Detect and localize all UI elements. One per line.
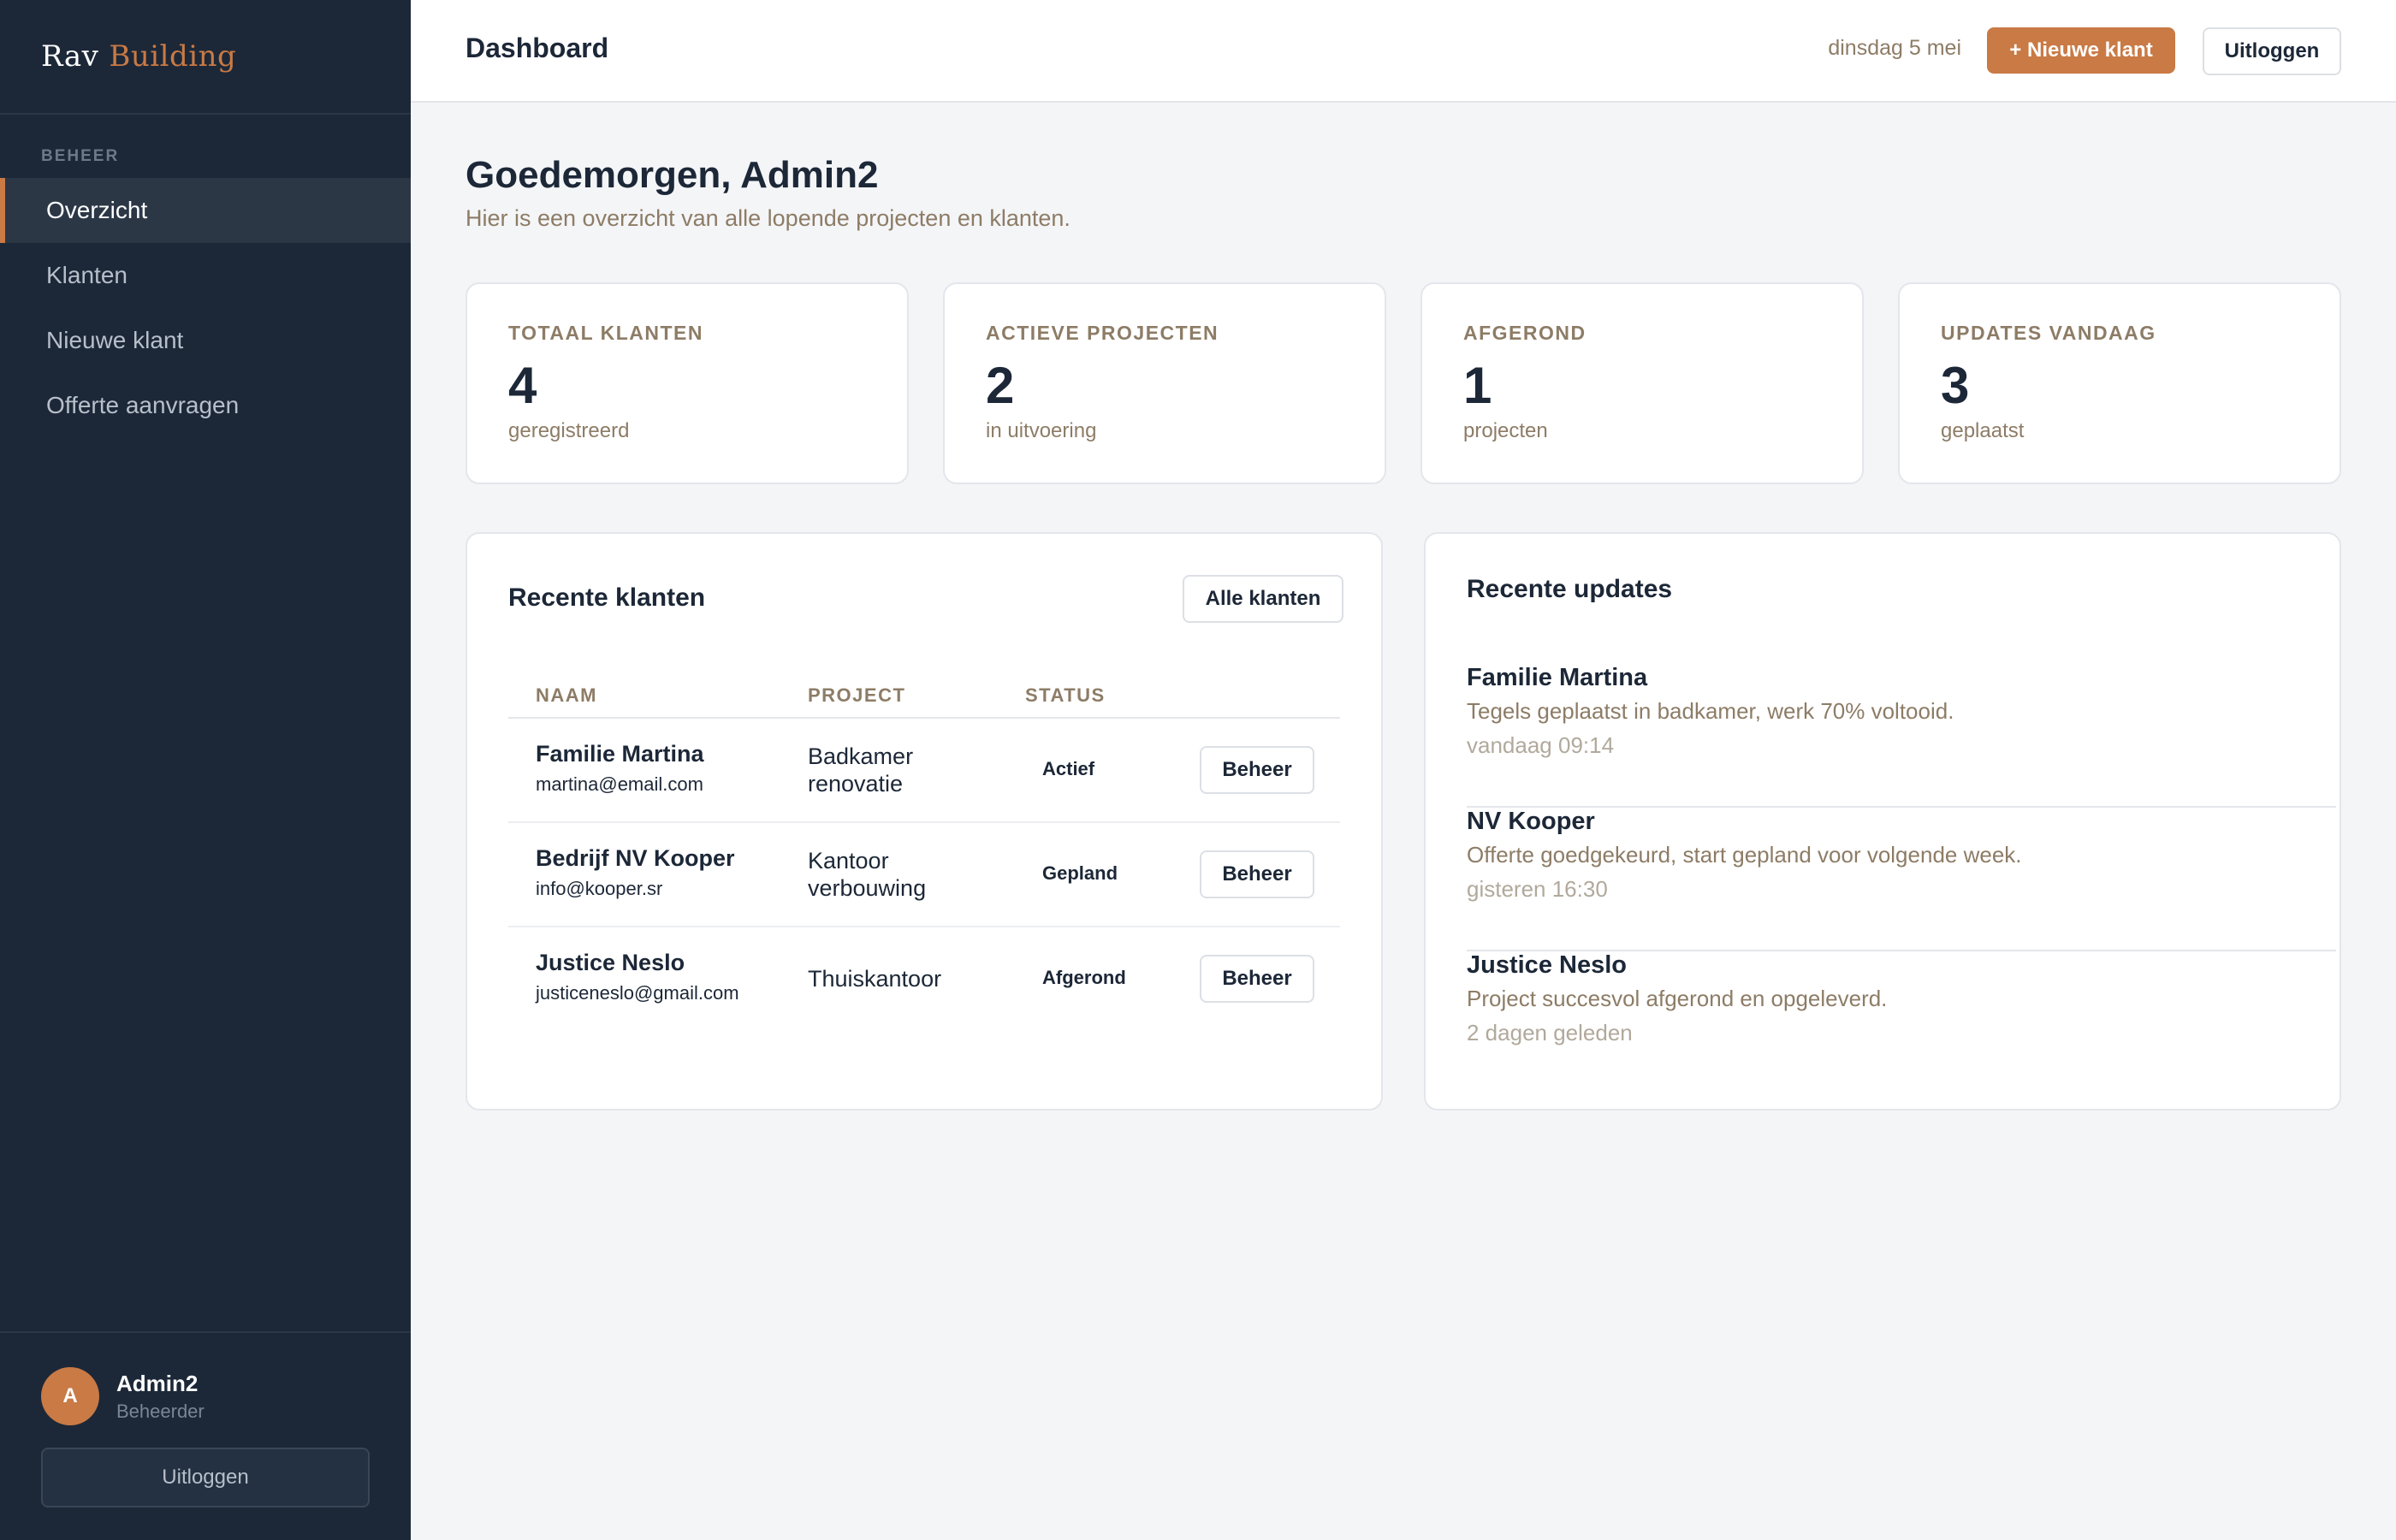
- client-project: Thuiskantoor: [808, 965, 979, 992]
- brand-name-part2: Building: [109, 39, 237, 74]
- update-timestamp: gisteren 16:30: [1467, 876, 1608, 902]
- client-project-line: Kantoor: [808, 848, 889, 874]
- table-row: Justice Neslo justiceneslo@gmail.com Thu…: [508, 927, 1340, 1032]
- update-timestamp: 2 dagen geleden: [1467, 1020, 1633, 1045]
- stat-label: UPDATES VANDAAG: [1941, 322, 2156, 344]
- recent-updates-title: Recente updates: [1467, 575, 1673, 603]
- client-name: Familie Martina: [536, 741, 704, 767]
- update-text: Offerte goedgekeurd, start gepland voor …: [1467, 842, 2022, 868]
- client-name: Bedrijf NV Kooper: [536, 845, 735, 871]
- column-header-naam: NAAM: [536, 684, 597, 706]
- update-client-name: Justice Neslo: [1467, 951, 1627, 979]
- client-email: justiceneslo@gmail.com: [536, 982, 739, 1004]
- client-project: Badkamer renovatie: [808, 743, 979, 797]
- brand-logo[interactable]: Rav Building: [0, 0, 411, 115]
- user-info: Admin2 Beheerder: [116, 1371, 205, 1423]
- stat-subtext: geregistreerd: [508, 419, 630, 442]
- update-text: Project succesvol afgerond en opgeleverd…: [1467, 986, 1888, 1011]
- greeting-heading: Goedemorgen, Admin2: [466, 154, 879, 196]
- client-name: Justice Neslo: [536, 950, 685, 975]
- user-role: Beheerder: [116, 1400, 205, 1422]
- topbar: Dashboard dinsdag 5 mei + Nieuwe klant U…: [411, 0, 2396, 103]
- sidebar-logout-button[interactable]: Uitloggen: [41, 1448, 370, 1507]
- sidebar-item-klanten[interactable]: Klanten: [0, 243, 411, 308]
- client-project-line: renovatie: [808, 771, 904, 797]
- stat-value: 4: [508, 357, 537, 414]
- update-timestamp: vandaag 09:14: [1467, 732, 1615, 758]
- table-header: NAAM PROJECT STATUS: [508, 674, 1340, 719]
- client-project-line: Badkamer: [808, 743, 914, 769]
- user-name: Admin2: [116, 1370, 199, 1396]
- recent-clients-title: Recente klanten: [508, 583, 706, 612]
- sidebar-nav: Overzicht Klanten Nieuwe klant Offerte a…: [0, 178, 411, 438]
- manage-button[interactable]: Beheer: [1200, 746, 1314, 794]
- current-date: dinsdag 5 mei: [1828, 36, 1961, 60]
- status-badge: Actief: [1042, 758, 1095, 779]
- update-text: Tegels geplaatst in badkamer, werk 70% v…: [1467, 698, 1954, 724]
- column-header-status: STATUS: [1025, 684, 1106, 706]
- sidebar-item-overzicht[interactable]: Overzicht: [0, 178, 411, 243]
- sidebar-item-nieuwe-klant[interactable]: Nieuwe klant: [0, 308, 411, 373]
- sidebar-footer: A Admin2 Beheerder Uitloggen: [0, 1331, 411, 1540]
- client-project-line: verbouwing: [808, 875, 927, 901]
- stat-label: ACTIEVE PROJECTEN: [986, 322, 1219, 344]
- avatar: A: [41, 1367, 99, 1425]
- stat-card-updates-today: UPDATES VANDAAG 3 geplaatst: [1898, 282, 2341, 484]
- brand-name-part1: Rav: [41, 39, 99, 74]
- stat-subtext: geplaatst: [1941, 419, 2025, 442]
- recent-clients-card: Recente klanten Alle klanten NAAM PROJEC…: [466, 532, 1383, 1111]
- stat-value: 2: [986, 357, 1015, 414]
- stat-value: 1: [1463, 357, 1492, 414]
- column-header-project: PROJECT: [808, 684, 906, 706]
- manage-button[interactable]: Beheer: [1200, 850, 1314, 898]
- sidebar: Rav Building BEHEER Overzicht Klanten Ni…: [0, 0, 411, 1540]
- user-profile: A Admin2 Beheerder: [41, 1367, 205, 1425]
- status-badge: Gepland: [1042, 862, 1118, 884]
- update-item: NV Kooper Offerte goedgekeurd, start gep…: [1467, 808, 2336, 951]
- stat-subtext: projecten: [1463, 419, 1548, 442]
- manage-button[interactable]: Beheer: [1200, 955, 1314, 1003]
- update-item: Familie Martina Tegels geplaatst in badk…: [1467, 664, 2336, 808]
- new-client-button[interactable]: + Nieuwe klant: [1987, 27, 2175, 74]
- stat-value: 3: [1941, 357, 1970, 414]
- nav-section-label: BEHEER: [41, 147, 120, 165]
- update-client-name: NV Kooper: [1467, 808, 1595, 835]
- status-badge: Afgerond: [1042, 967, 1126, 988]
- client-email: martina@email.com: [536, 773, 703, 795]
- stat-card-active-projects: ACTIEVE PROJECTEN 2 in uitvoering: [943, 282, 1386, 484]
- sidebar-item-offerte-aanvragen[interactable]: Offerte aanvragen: [0, 373, 411, 438]
- stat-card-completed: AFGEROND 1 projecten: [1420, 282, 1864, 484]
- client-email: info@kooper.sr: [536, 878, 663, 899]
- all-clients-button[interactable]: Alle klanten: [1183, 575, 1343, 623]
- logout-button[interactable]: Uitloggen: [2203, 27, 2341, 75]
- page-title: Dashboard: [466, 33, 609, 63]
- stat-card-total-clients: TOTAAL KLANTEN 4 geregistreerd: [466, 282, 909, 484]
- stat-label: AFGEROND: [1463, 322, 1586, 344]
- client-project: Kantoor verbouwing: [808, 847, 979, 902]
- greeting-subtitle: Hier is een overzicht van alle lopende p…: [466, 205, 1070, 231]
- table-row: Familie Martina martina@email.com Badkam…: [508, 719, 1340, 823]
- client-project-line: Thuiskantoor: [808, 966, 942, 992]
- stat-label: TOTAAL KLANTEN: [508, 322, 703, 344]
- stat-subtext: in uitvoering: [986, 419, 1097, 442]
- table-row: Bedrijf NV Kooper info@kooper.sr Kantoor…: [508, 823, 1340, 927]
- update-item: Justice Neslo Project succesvol afgerond…: [1467, 951, 2336, 1095]
- update-client-name: Familie Martina: [1467, 664, 1648, 691]
- recent-updates-card: Recente updates Familie Martina Tegels g…: [1424, 532, 2341, 1111]
